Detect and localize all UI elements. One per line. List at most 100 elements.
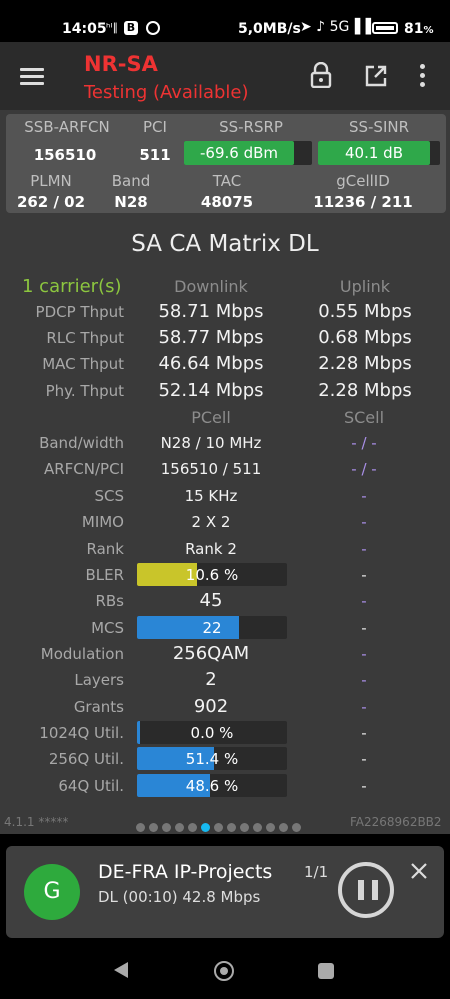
band-value: N28 — [114, 193, 148, 211]
pause-button[interactable] — [338, 862, 394, 918]
notification-subtitle: DL (00:10) 42.8 Mbps — [98, 888, 261, 906]
section-title: SA CA Matrix DL — [131, 231, 319, 257]
band-width-scell: - / - — [351, 434, 377, 452]
ss-rsrp-bar: -69.6 dBm — [184, 141, 312, 165]
app-notification-icon — [146, 21, 160, 35]
battery-icon — [372, 22, 398, 34]
b-app-icon: B — [124, 21, 138, 35]
util-256q-value: 51.4 % — [185, 750, 239, 768]
grants-scell: - — [361, 698, 367, 716]
util-64q-label: 64Q Util. — [58, 777, 124, 795]
app-version: 4.1.1 ***** — [4, 815, 69, 829]
rank-label: Rank — [86, 540, 124, 558]
header-gcellid: gCellID — [336, 172, 390, 190]
util-256q-bar: 51.4 % — [137, 747, 287, 770]
mac-dl: 46.64 Mbps — [158, 353, 264, 374]
pdcp-dl: 58.71 Mbps — [158, 301, 264, 322]
util-64q-value: 48.6 % — [185, 777, 239, 795]
open-external-icon[interactable] — [364, 64, 388, 88]
page-dot[interactable] — [136, 823, 145, 832]
status-icons: ➤ ♪ 5G▐▐ — [300, 19, 371, 35]
header-band: Band — [111, 172, 151, 190]
rbs-pcell: 45 — [199, 590, 223, 611]
scell-header: SCell — [343, 408, 385, 427]
page-dot[interactable] — [279, 823, 288, 832]
rlc-dl: 58.77 Mbps — [158, 327, 264, 348]
util-1024q-bar: 0.0 % — [137, 721, 287, 744]
carrier-count: 1 carrier(s) — [22, 276, 122, 297]
page-dot[interactable] — [201, 823, 210, 832]
page-dot[interactable] — [162, 823, 171, 832]
mimo-label: MIMO — [81, 513, 124, 531]
scs-pcell: 15 KHz — [184, 487, 238, 505]
page-dot[interactable] — [292, 823, 301, 832]
modulation-pcell: 256QAM — [172, 643, 250, 664]
mac-label: MAC Thput — [42, 355, 124, 373]
gcellid-value: 11236 / 211 — [313, 193, 413, 211]
avatar: G — [24, 864, 80, 920]
signal-icon: ʰᴵ∥ — [106, 21, 118, 34]
test-notification[interactable]: G DE-FRA IP-Projects DL (00:10) 42.8 Mbp… — [6, 846, 444, 938]
page-dot[interactable] — [266, 823, 275, 832]
page-dot[interactable] — [253, 823, 262, 832]
phy-label: Phy. Thput — [45, 382, 124, 400]
util-64q-scell: - — [361, 777, 367, 795]
rbs-scell: - — [361, 592, 367, 610]
pcell-header: PCell — [191, 408, 231, 427]
network-speed: 5,0MB/s — [238, 21, 301, 37]
layers-scell: - — [361, 671, 367, 689]
scs-scell: - — [361, 487, 367, 505]
bler-label: BLER — [85, 566, 124, 584]
back-icon[interactable] — [114, 962, 128, 978]
mcs-scell: - — [361, 619, 367, 637]
app-subtitle: Testing (Available) — [84, 82, 249, 103]
util-256q-scell: - — [361, 750, 367, 768]
mcs-bar: 22 — [137, 616, 287, 639]
layers-pcell: 2 — [205, 669, 217, 690]
tac-value: 48075 — [200, 193, 254, 211]
mac-ul: 2.28 Mbps — [318, 353, 412, 374]
home-icon[interactable] — [214, 961, 234, 981]
page-dot[interactable] — [240, 823, 249, 832]
page-dot[interactable] — [175, 823, 184, 832]
header-pci: PCI — [143, 118, 167, 136]
notification-count: 1/1 — [304, 863, 329, 881]
cell-info-card: SSB-ARFCN PCI SS-RSRP SS-SINR 156510 511… — [6, 114, 446, 213]
page-indicator[interactable] — [136, 817, 305, 836]
lock-icon[interactable] — [310, 62, 332, 88]
recents-icon[interactable] — [318, 963, 334, 979]
scs-label: SCS — [94, 487, 124, 505]
app-bar: NR-SA Testing (Available) — [0, 42, 450, 110]
page-dot[interactable] — [227, 823, 236, 832]
close-icon[interactable] — [410, 862, 428, 880]
downlink-header: Downlink — [174, 277, 248, 296]
page-dot[interactable] — [149, 823, 158, 832]
phy-dl: 52.14 Mbps — [158, 380, 264, 401]
ss-rsrp-value: -69.6 dBm — [199, 144, 278, 162]
header-ss-sinr: SS-SINR — [348, 118, 410, 136]
util-256q-label: 256Q Util. — [48, 750, 124, 768]
util-1024q-value: 0.0 % — [190, 724, 234, 742]
more-options-icon[interactable] — [418, 64, 426, 90]
util-1024q-scell: - — [361, 724, 367, 742]
mimo-scell: - — [361, 513, 367, 531]
mimo-pcell: 2 X 2 — [191, 513, 231, 531]
app-title: NR-SA — [84, 52, 158, 76]
mcs-value: 22 — [202, 619, 222, 637]
pdcp-ul: 0.55 Mbps — [318, 301, 412, 322]
arfcn-pci-pcell: 156510 / 511 — [160, 460, 262, 478]
page-dot[interactable] — [188, 823, 197, 832]
header-ss-rsrp: SS-RSRP — [219, 118, 283, 136]
ss-sinr-bar: 40.1 dB — [318, 141, 440, 165]
hamburger-menu-icon[interactable] — [20, 68, 44, 86]
bler-bar: 10.6 % — [137, 563, 287, 586]
uplink-header: Uplink — [339, 277, 391, 296]
status-bar: 14:05 ʰᴵ∥ B 5,0MB/s ➤ ♪ 5G▐▐ 81% — [0, 0, 450, 42]
page-dot[interactable] — [214, 823, 223, 832]
header-tac: TAC — [212, 172, 242, 190]
band-width-label: Band/width — [39, 434, 124, 452]
navigation-bar — [0, 944, 450, 999]
mcs-label: MCS — [91, 619, 124, 637]
notification-title: DE-FRA IP-Projects — [98, 861, 273, 883]
rbs-label: RBs — [95, 592, 124, 610]
